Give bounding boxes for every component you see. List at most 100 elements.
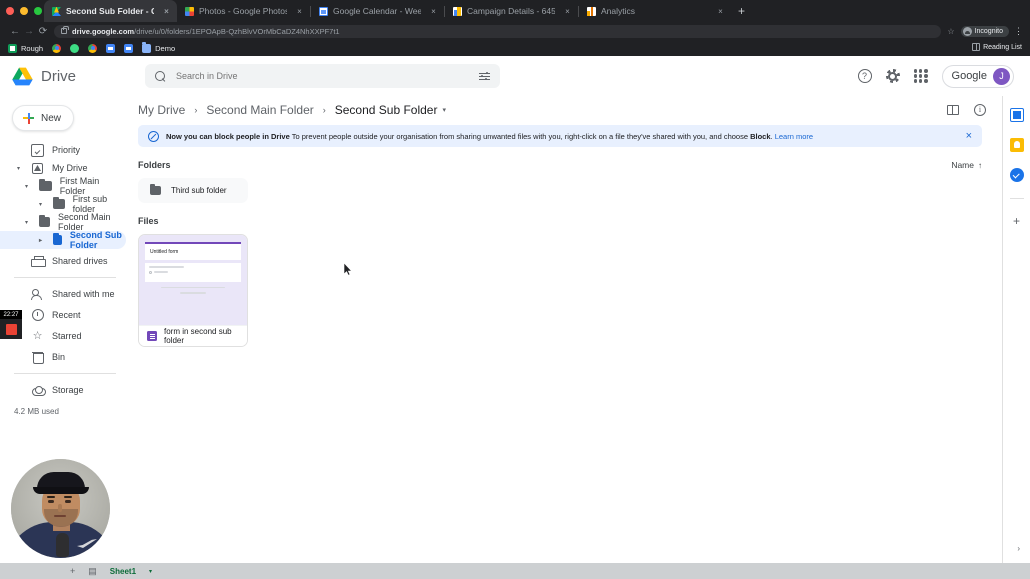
forward-button[interactable]: → <box>22 26 36 37</box>
sidebar-item-my-drive[interactable]: ▾ My Drive <box>0 159 126 177</box>
screen-recorder-widget[interactable]: 22:27 <box>0 310 22 339</box>
sort-control[interactable]: Name ↑ <box>951 160 982 170</box>
chevron-down-icon[interactable]: ▾ <box>149 568 152 575</box>
banner-close-icon[interactable]: × <box>966 130 972 142</box>
search-bar[interactable] <box>145 64 500 88</box>
list-view-icon[interactable] <box>947 105 959 115</box>
bookmark-6[interactable] <box>124 43 134 53</box>
bookmark-5[interactable] <box>106 43 116 53</box>
breadcrumb-item-second-main-folder[interactable]: Second Main Folder <box>206 103 313 117</box>
file-thumbnail: Untitled form <box>139 235 247 325</box>
new-button[interactable]: New <box>12 105 74 131</box>
bin-icon <box>31 351 44 364</box>
breadcrumb-item-my-drive[interactable]: My Drive <box>138 103 185 117</box>
browser-tab-4[interactable]: Campaign Details - 645-453- × <box>445 0 578 22</box>
google-ads-icon <box>453 6 462 16</box>
sheet-tab-label[interactable]: Sheet1 <box>110 567 136 576</box>
chrome-menu-icon[interactable]: ⋮ <box>1014 26 1023 37</box>
back-button[interactable]: ← <box>8 26 22 37</box>
browser-tab-1[interactable]: Second Sub Folder - Google D × <box>44 0 177 22</box>
tab-close-icon[interactable]: × <box>295 7 304 16</box>
bookmark-demo[interactable]: Demo <box>142 42 175 53</box>
reading-list-button[interactable]: Reading List <box>972 43 1022 51</box>
file-card-form-in-second-sub-folder[interactable]: Untitled form form in second sub folder <box>138 234 248 347</box>
account-chip[interactable]: Google J <box>941 64 1014 88</box>
folder-icon <box>39 179 52 191</box>
background-sheet-tabbar: + ▤ Sheet1 ▾ <box>0 563 1030 579</box>
reload-button[interactable]: ⟳ <box>36 26 50 37</box>
sidebar-item-priority[interactable]: ▸ Priority <box>0 141 126 159</box>
bookmark-rough[interactable]: Rough <box>8 43 43 53</box>
chevron-down-icon[interactable]: ▾ <box>36 201 45 208</box>
all-sheets-icon[interactable]: ▤ <box>88 566 97 577</box>
browser-tab-2[interactable]: Photos - Google Photos × <box>177 0 310 22</box>
tab-close-icon[interactable]: × <box>716 7 725 16</box>
google-forms-icon <box>147 331 157 341</box>
new-tab-button[interactable]: + <box>738 5 745 17</box>
chevron-down-icon[interactable]: ▾ <box>22 219 31 226</box>
tasks-icon[interactable] <box>1009 168 1024 182</box>
minimize-window-button[interactable] <box>20 7 28 15</box>
sidebar-item-first-main-folder[interactable]: ▾ First Main Folder <box>0 176 126 196</box>
chevron-down-icon[interactable]: ▾ <box>14 165 23 172</box>
bookmark-star-icon[interactable]: ☆ <box>947 27 954 36</box>
folder-card-third-sub-folder[interactable]: Third sub folder <box>138 178 248 203</box>
keep-icon[interactable] <box>1009 138 1024 152</box>
breadcrumb-item-second-sub-folder[interactable]: Second Sub Folder <box>335 103 438 117</box>
search-icon <box>155 70 166 82</box>
chevron-right-icon[interactable]: ▸ <box>36 237 45 244</box>
chevron-down-icon[interactable]: ▾ <box>22 183 31 190</box>
add-sheet-icon[interactable]: + <box>70 566 75 576</box>
webcam-mouth <box>54 515 66 517</box>
sidebar-item-label: Second Sub Folder <box>69 230 122 250</box>
browser-tab-5[interactable]: Analytics × <box>579 0 731 22</box>
sidebar-item-label: Storage <box>52 385 84 395</box>
calendar-icon[interactable] <box>1009 108 1024 122</box>
tab-close-icon[interactable]: × <box>162 7 171 16</box>
stop-recording-button[interactable] <box>0 319 22 339</box>
banner-learn-more-link[interactable]: Learn more <box>775 132 813 141</box>
bookmarks-bar: Rough Demo Reading List <box>0 40 1030 56</box>
close-window-button[interactable] <box>6 7 14 15</box>
info-icon[interactable] <box>974 104 986 116</box>
stop-square-icon <box>5 323 17 335</box>
address-bar[interactable]: drive.google.com/drive/u/0/folders/1EPOA… <box>54 24 942 38</box>
help-icon[interactable]: ? <box>857 69 872 83</box>
skeleton-line <box>154 271 168 273</box>
browser-tab-3[interactable]: Google Calendar - Week of 25 × <box>311 0 444 22</box>
sidebar-item-shared-drives[interactable]: ▸ Shared drives <box>0 252 126 270</box>
lock-icon <box>61 26 69 34</box>
sidebar-item-storage[interactable]: ▸ Storage <box>0 381 126 399</box>
add-app-icon[interactable]: + <box>1013 215 1020 227</box>
window-controls[interactable] <box>6 7 42 15</box>
chevron-down-icon[interactable]: ▾ <box>442 106 446 114</box>
bookmark-4[interactable] <box>88 43 98 53</box>
tab-close-icon[interactable]: × <box>563 7 572 16</box>
sidebar-item-first-sub-folder[interactable]: ▾ First sub folder <box>0 194 126 214</box>
search-input[interactable] <box>176 71 469 81</box>
gear-icon[interactable] <box>885 69 900 83</box>
profile-chip[interactable]: Incognito <box>960 25 1009 37</box>
photos-icon <box>185 6 194 16</box>
apps-grid-icon[interactable] <box>913 69 928 83</box>
tab-close-icon[interactable]: × <box>429 7 438 16</box>
avatar[interactable]: J <box>993 67 1010 85</box>
files-section-header: Files <box>130 216 1002 226</box>
webcam-overlay[interactable] <box>11 459 110 558</box>
bookmark-3[interactable] <box>70 43 80 53</box>
storage-used-label: 4.2 MB used <box>14 407 59 416</box>
skeleton-line <box>161 287 225 289</box>
bookmark-2[interactable] <box>52 43 62 53</box>
sidebar-item-second-main-folder[interactable]: ▾ Second Main Folder <box>0 212 126 232</box>
sidebar-item-second-sub-folder[interactable]: ▸ Second Sub Folder <box>0 230 126 250</box>
search-options-icon[interactable] <box>479 71 490 81</box>
files-section-title: Files <box>138 216 159 226</box>
sidebar-item-shared-with-me[interactable]: ▸ Shared with me <box>0 285 126 303</box>
android-icon <box>70 43 80 53</box>
maximize-window-button[interactable] <box>34 7 42 15</box>
drive-body: New ▸ Priority ▾ My Drive ▾ <box>0 96 1030 579</box>
sidebar-divider <box>14 277 116 278</box>
sidebar-item-bin[interactable]: ▸ Bin <box>0 348 126 366</box>
scroll-arrow-icon[interactable]: › <box>1017 544 1020 553</box>
drive-logo[interactable]: Drive <box>12 67 122 86</box>
